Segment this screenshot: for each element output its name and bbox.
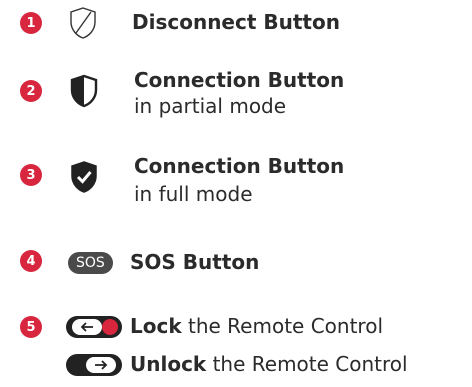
connection-button-title: Connection Button <box>134 68 345 92</box>
item-number-badge: 3 <box>20 164 42 186</box>
legend-item-sos: 4 SOS SOS Button <box>0 240 472 290</box>
shield-half-icon <box>69 74 99 112</box>
legend-item-disconnect: 1 Disconnect Button <box>0 0 472 60</box>
unlock-remote-control-text: Unlock the Remote Control <box>130 352 408 376</box>
shield-outline-icon <box>68 6 98 44</box>
lock-toggle-icon <box>66 316 122 338</box>
shield-check-icon <box>69 160 99 198</box>
item-number-badge: 1 <box>20 12 42 34</box>
item-number-badge: 4 <box>20 250 42 272</box>
legend-item-lock: 5 Lock the Remote Control Unlock the Rem… <box>0 306 472 386</box>
partial-mode-subtitle: in partial mode <box>134 94 287 118</box>
item-number-badge: 5 <box>20 316 42 338</box>
disconnect-button-title: Disconnect Button <box>132 10 340 34</box>
sos-button-title: SOS Button <box>130 250 260 274</box>
unlock-toggle-icon <box>66 354 122 376</box>
legend-item-full: 3 Connection Button in full mode <box>0 150 472 216</box>
connection-button-title: Connection Button <box>134 154 345 178</box>
legend-item-partial: 2 Connection Button in partial mode <box>0 68 472 134</box>
sos-button-icon: SOS <box>68 252 113 274</box>
item-number-badge: 2 <box>20 80 42 102</box>
lock-remote-control-text: Lock the Remote Control <box>130 314 383 338</box>
full-mode-subtitle: in full mode <box>134 182 253 206</box>
